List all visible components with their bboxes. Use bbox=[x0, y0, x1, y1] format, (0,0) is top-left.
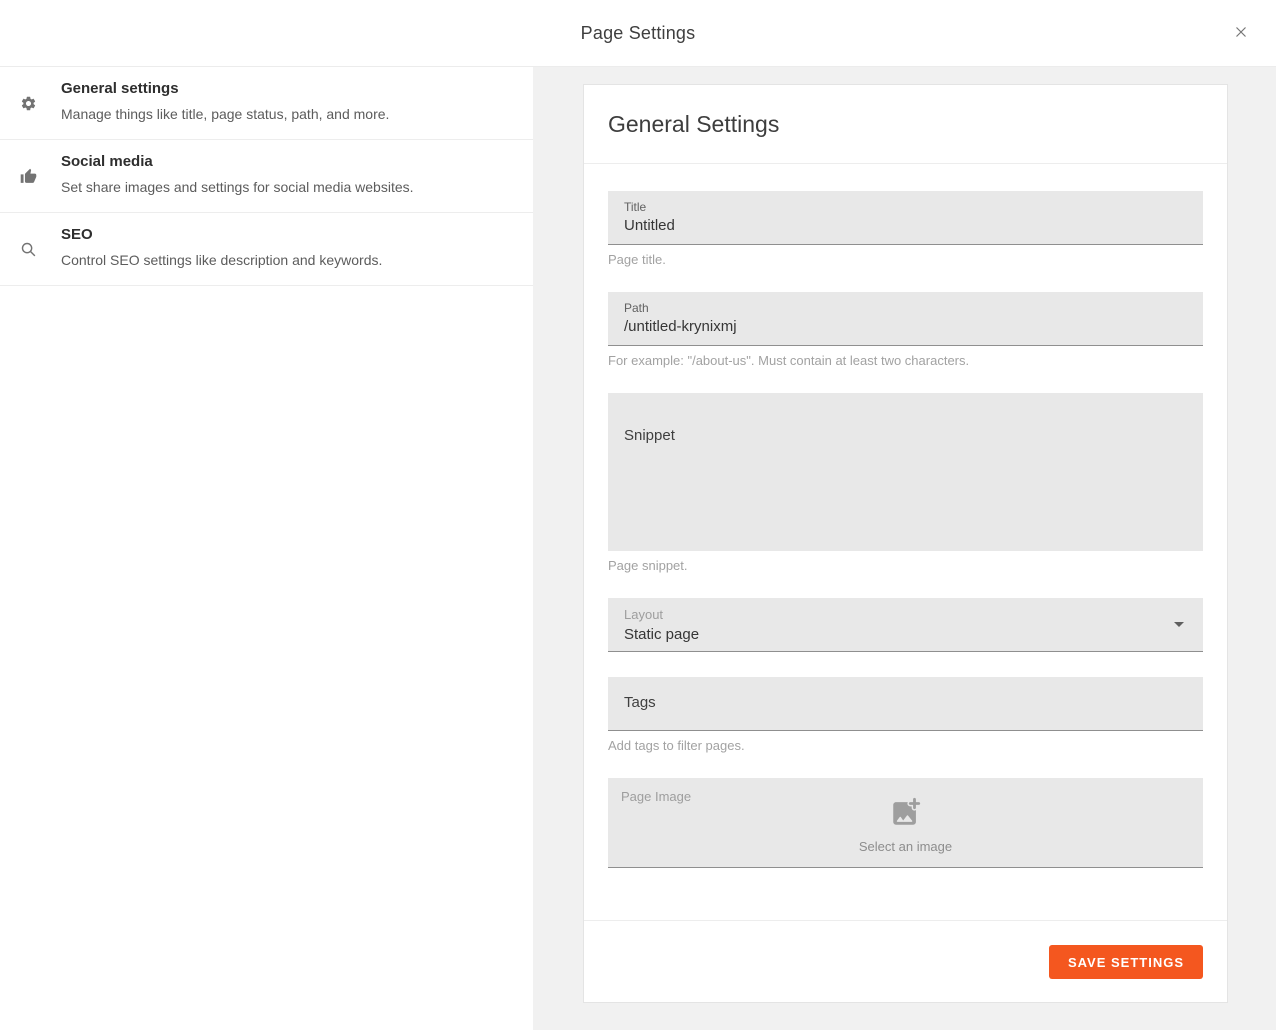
path-field: Path bbox=[608, 292, 1203, 346]
page-image-picker[interactable]: Page Image Select an image bbox=[608, 778, 1203, 868]
tags-field bbox=[608, 677, 1203, 731]
layout-field-group: Layout Static page bbox=[608, 598, 1203, 652]
card-footer: SAVE SETTINGS bbox=[584, 920, 1227, 1002]
general-settings-card: General Settings Title Page title. Path bbox=[583, 84, 1228, 1003]
settings-panel: General Settings Title Page title. Path bbox=[533, 67, 1276, 1030]
snippet-helper-text: Page snippet. bbox=[608, 558, 1203, 573]
sidebar-item-description: Control SEO settings like description an… bbox=[61, 252, 509, 268]
dropdown-arrow-icon bbox=[1167, 612, 1191, 636]
close-icon bbox=[1232, 23, 1250, 44]
layout-select[interactable]: Layout Static page bbox=[608, 598, 1203, 652]
path-field-group: Path For example: "/about-us". Must cont… bbox=[608, 292, 1203, 368]
card-title: General Settings bbox=[608, 111, 1203, 138]
sidebar-item-label: Social media bbox=[61, 153, 509, 170]
card-body: Title Page title. Path For example: "/ab… bbox=[584, 164, 1227, 868]
title-field-group: Title Page title. bbox=[608, 191, 1203, 267]
page-title: Page Settings bbox=[581, 23, 696, 44]
gear-icon bbox=[20, 95, 37, 112]
card-header: General Settings bbox=[584, 85, 1227, 164]
thumb-up-icon bbox=[20, 168, 37, 185]
sidebar-item-description: Set share images and settings for social… bbox=[61, 179, 509, 195]
sidebar-item-seo[interactable]: SEO Control SEO settings like descriptio… bbox=[0, 213, 533, 286]
close-button[interactable] bbox=[1230, 22, 1252, 44]
page-image-field-group: Page Image Select an image bbox=[608, 778, 1203, 868]
save-settings-button[interactable]: SAVE SETTINGS bbox=[1049, 945, 1203, 979]
title-input[interactable] bbox=[624, 217, 1187, 234]
layout-field-label: Layout bbox=[624, 607, 1187, 622]
modal-header: Page Settings bbox=[0, 0, 1276, 67]
title-helper-text: Page title. bbox=[608, 252, 1203, 267]
sidebar-item-label: General settings bbox=[61, 80, 509, 97]
settings-sidebar: General settings Manage things like titl… bbox=[0, 67, 533, 1030]
title-field-label: Title bbox=[624, 200, 1187, 214]
tags-helper-text: Add tags to filter pages. bbox=[608, 738, 1203, 753]
tags-input[interactable] bbox=[624, 694, 1187, 711]
path-input[interactable] bbox=[624, 318, 1187, 335]
search-icon bbox=[20, 241, 37, 258]
page-image-label: Page Image bbox=[621, 789, 691, 804]
sidebar-item-label: SEO bbox=[61, 226, 509, 243]
modal-body: General settings Manage things like titl… bbox=[0, 67, 1276, 1030]
sidebar-item-general-settings[interactable]: General settings Manage things like titl… bbox=[0, 67, 533, 140]
tags-field-group: Add tags to filter pages. bbox=[608, 677, 1203, 753]
layout-selected-value: Static page bbox=[624, 626, 1187, 643]
sidebar-item-social-media[interactable]: Social media Set share images and settin… bbox=[0, 140, 533, 213]
select-image-label: Select an image bbox=[859, 839, 952, 854]
snippet-field-group: Page snippet. bbox=[608, 393, 1203, 573]
add-photo-icon bbox=[889, 795, 923, 834]
sidebar-item-description: Manage things like title, page status, p… bbox=[61, 106, 509, 122]
snippet-textarea[interactable] bbox=[624, 427, 1187, 539]
title-field: Title bbox=[608, 191, 1203, 245]
path-helper-text: For example: "/about-us". Must contain a… bbox=[608, 353, 1203, 368]
page-image-picker-content: Select an image bbox=[608, 778, 1203, 867]
snippet-field bbox=[608, 393, 1203, 551]
path-field-label: Path bbox=[624, 301, 1187, 315]
